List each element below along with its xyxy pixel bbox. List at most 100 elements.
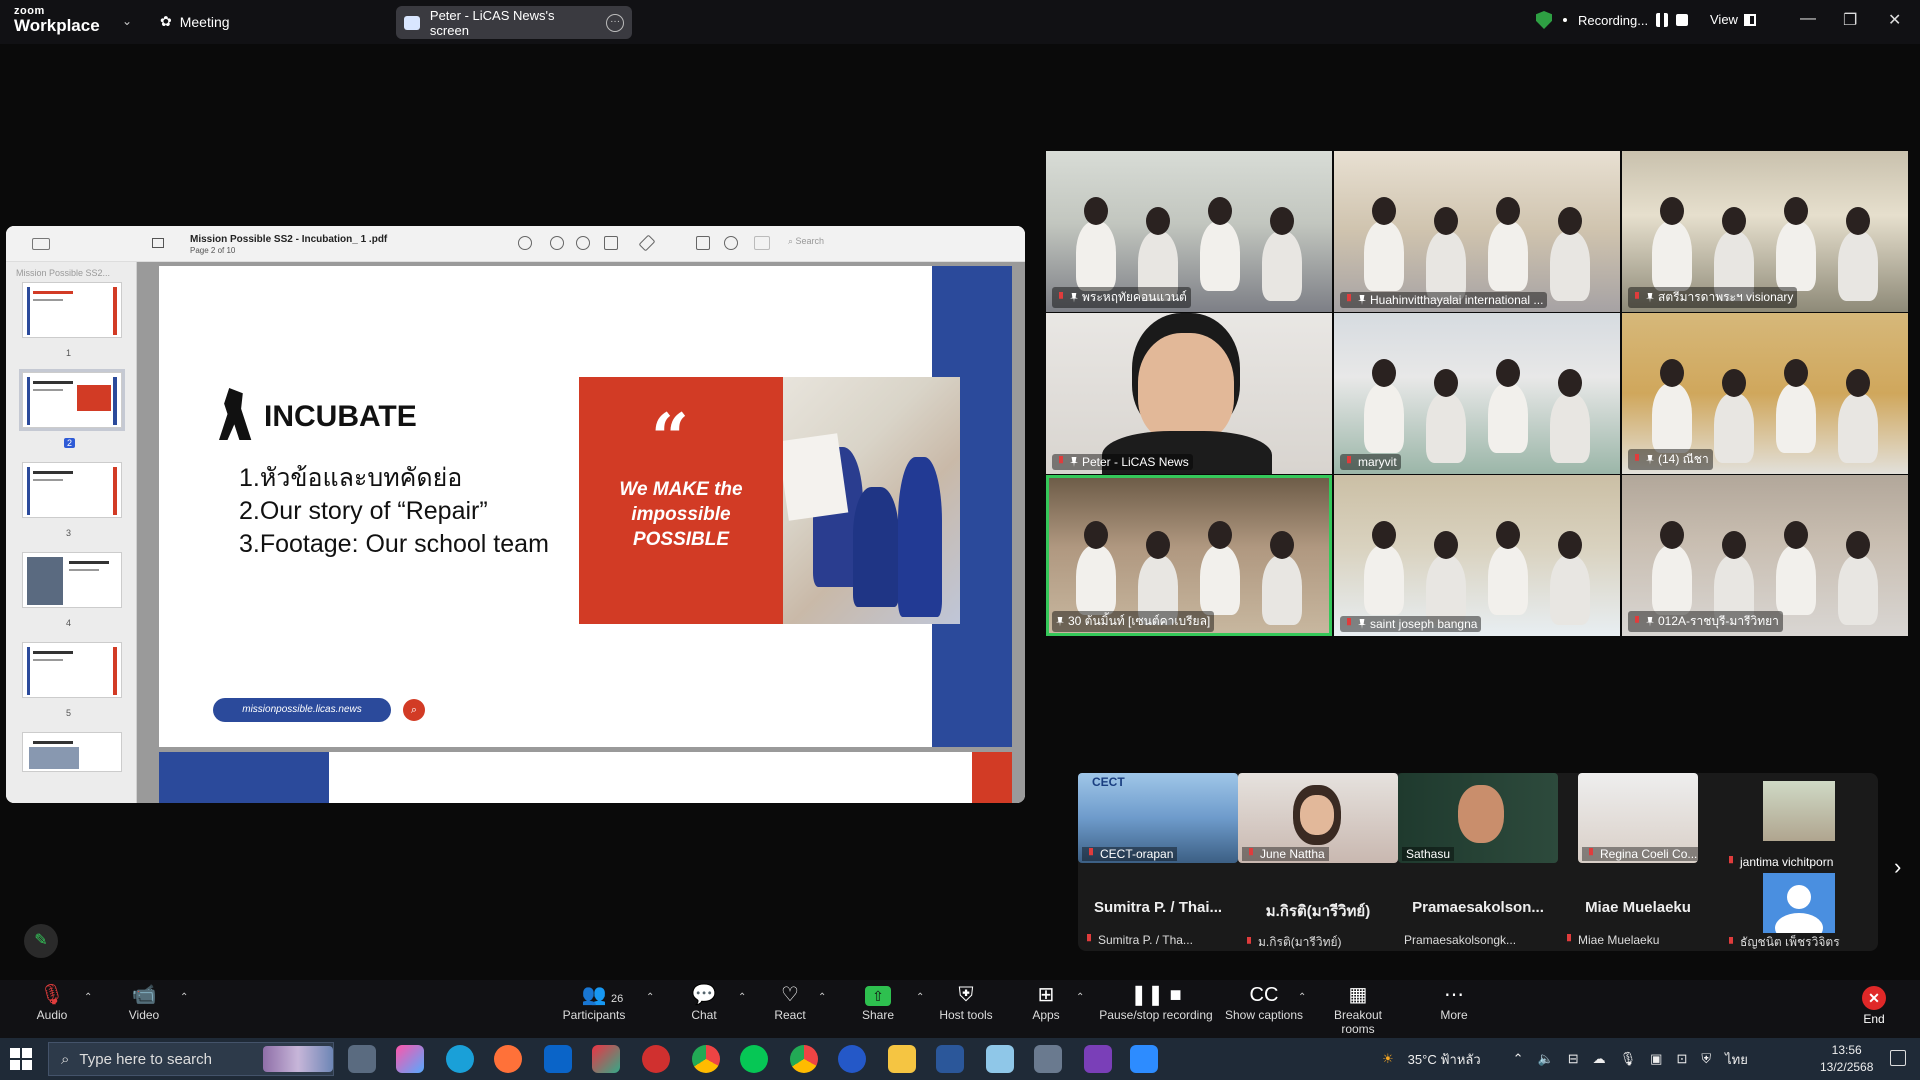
notes-icon[interactable] xyxy=(986,1045,1014,1073)
participant-video[interactable]: Regina Coeli Co... xyxy=(1578,773,1698,863)
annotate-icon[interactable] xyxy=(724,236,738,250)
task-view-icon[interactable] xyxy=(348,1045,376,1073)
chevron-down-icon[interactable]: ⌄ xyxy=(122,14,132,28)
page-thumbnail-2[interactable] xyxy=(19,369,125,431)
windows-start-icon[interactable] xyxy=(10,1048,32,1070)
network-icon[interactable]: ⊟ xyxy=(1568,1051,1579,1067)
info-icon[interactable] xyxy=(518,236,532,250)
pause-stop-recording-button[interactable]: ❚❚ ■ Pause/stop recording xyxy=(1096,980,1216,1038)
chrome-profile-icon[interactable] xyxy=(790,1045,818,1073)
more-options-icon[interactable]: ··· xyxy=(606,13,625,32)
webex-icon[interactable] xyxy=(838,1045,866,1073)
options-caret-icon[interactable]: ⌃ xyxy=(818,992,826,1003)
participant-video[interactable]: jantima vichitporn xyxy=(1718,781,1878,871)
options-caret-icon[interactable]: ⌃ xyxy=(1298,992,1306,1003)
app-icon[interactable] xyxy=(642,1045,670,1073)
screen-share-tab[interactable]: Peter - LiCAS News's screen ··· xyxy=(396,6,632,39)
weather-text[interactable]: 35°C ฟ้าหลัว xyxy=(1408,1049,1481,1070)
participant-video-tile[interactable]: maryvit xyxy=(1334,313,1620,474)
meeting-menu[interactable]: ✿ Meeting xyxy=(160,13,230,30)
restore-button[interactable]: ❐ xyxy=(1843,10,1857,30)
participant-video-tile[interactable]: สตรีมารดาพระฯ visionary xyxy=(1622,151,1908,312)
edge-icon[interactable] xyxy=(446,1045,474,1073)
options-caret-icon[interactable]: ⌃ xyxy=(916,992,924,1003)
security-icon[interactable]: ⛨ xyxy=(1701,1051,1711,1067)
minimize-button[interactable]: — xyxy=(1800,10,1816,28)
pdf-search-field[interactable]: ⌕ Search xyxy=(788,236,824,247)
participant-video-tile[interactable]: พระหฤทัยคอนแวนต์ xyxy=(1046,151,1332,312)
zoom-workplace-logo[interactable]: zoom Workplace xyxy=(14,6,100,35)
zoom-icon[interactable] xyxy=(1130,1045,1158,1073)
host-tools-button[interactable]: ⛨ Host tools xyxy=(926,980,1006,1038)
options-caret-icon[interactable]: ⌃ xyxy=(180,992,188,1003)
rotate-icon[interactable] xyxy=(696,236,710,250)
chevron-up-icon[interactable]: ⌃ xyxy=(1513,1051,1524,1067)
participant-video-tile[interactable]: 012A-ราชบุรี-มารีวิทยา xyxy=(1622,475,1908,636)
line-icon[interactable] xyxy=(740,1045,768,1073)
chat-button[interactable]: 💬 Chat xyxy=(664,980,744,1038)
options-caret-icon[interactable]: ⌃ xyxy=(738,992,746,1003)
markup-pen-icon[interactable] xyxy=(638,234,656,252)
pdf-page-area[interactable]: INCUBATE 1.หัวข้อและบทคัดย่อ 2.Our story… xyxy=(137,262,1025,803)
default-avatar-icon[interactable] xyxy=(1763,873,1835,933)
onedrive-icon[interactable]: ☁ xyxy=(1593,1051,1606,1067)
annotate-pen-icon[interactable]: ✎ xyxy=(24,924,58,958)
page-thumbnail-5[interactable] xyxy=(22,642,122,698)
page-thumbnail-1[interactable] xyxy=(22,282,122,338)
view-button[interactable]: View xyxy=(1710,12,1756,27)
taskbar-search-input[interactable]: ⌕ Type here to search xyxy=(48,1042,334,1076)
react-button[interactable]: ♡ React xyxy=(750,980,830,1038)
participant-video-tile[interactable]: Peter - LiCAS News xyxy=(1046,313,1332,474)
end-meeting-button[interactable]: ✕ End xyxy=(1844,980,1904,1026)
language-indicator[interactable]: ไทย xyxy=(1725,1049,1748,1070)
outlook-icon[interactable] xyxy=(544,1045,572,1073)
m365-icon[interactable] xyxy=(592,1045,620,1073)
pause-recording-icon[interactable] xyxy=(1656,13,1669,27)
participant-video-tile[interactable]: Huahinvitthayalai international ... xyxy=(1334,151,1620,312)
participants-button[interactable]: 👥 Participants xyxy=(554,980,634,1038)
form-icon[interactable] xyxy=(754,236,770,250)
participant-video-tile[interactable]: 30 ต้นมิ้นท์ [เซนต์คาเบรียล] xyxy=(1046,475,1332,636)
close-window-button[interactable]: ✕ xyxy=(1888,10,1901,30)
share-icon[interactable] xyxy=(604,236,618,250)
zoom-out-icon[interactable] xyxy=(550,236,564,250)
participant-video-tile[interactable]: (14) ณีชา xyxy=(1622,313,1908,474)
audio-button[interactable]: 🎙 Audio xyxy=(12,980,92,1038)
volume-icon[interactable]: 🔈 xyxy=(1538,1051,1554,1067)
participant-video[interactable]: CECT CECT-orapan xyxy=(1078,773,1238,863)
stop-recording-icon[interactable] xyxy=(1676,14,1689,26)
display-icon[interactable]: ▣ xyxy=(1650,1051,1662,1067)
more-button[interactable]: ⋯ More xyxy=(1414,980,1494,1038)
options-caret-icon[interactable]: ⌃ xyxy=(84,992,92,1003)
view-menu-icon[interactable] xyxy=(152,238,164,248)
share-button[interactable]: ⇧ Share xyxy=(838,980,918,1038)
zoom-in-icon[interactable] xyxy=(576,236,590,250)
sidebar-toggle-icon[interactable] xyxy=(32,238,50,250)
copilot-icon[interactable] xyxy=(396,1045,424,1073)
taskbar-clock[interactable]: 13:56 13/2/2568 xyxy=(1820,1042,1873,1076)
wifi-icon[interactable]: ⊡ xyxy=(1676,1051,1687,1067)
video-button[interactable]: 📹 Video xyxy=(104,980,184,1038)
word-icon[interactable] xyxy=(936,1045,964,1073)
calculator-icon[interactable] xyxy=(1034,1045,1062,1073)
participant-video[interactable]: Sathasu xyxy=(1398,773,1558,863)
page-thumbnail-4[interactable] xyxy=(22,552,122,608)
page-thumbnail-6[interactable] xyxy=(22,732,122,772)
show-captions-button[interactable]: CC Show captions xyxy=(1224,980,1304,1038)
chrome-icon[interactable] xyxy=(692,1045,720,1073)
next-page-arrow[interactable]: › xyxy=(1894,854,1901,880)
notification-icon[interactable] xyxy=(1890,1050,1906,1066)
options-caret-icon[interactable]: ⌃ xyxy=(646,992,654,1003)
app-g-icon[interactable] xyxy=(1084,1045,1112,1073)
options-caret-icon[interactable]: ⌃ xyxy=(1076,992,1084,1003)
file-explorer-icon[interactable] xyxy=(888,1045,916,1073)
firefox-icon[interactable] xyxy=(494,1045,522,1073)
page-thumbnail-3[interactable] xyxy=(22,462,122,518)
breakout-rooms-button[interactable]: ▦ Breakout rooms xyxy=(1318,980,1398,1038)
encryption-shield-icon[interactable] xyxy=(1536,11,1552,29)
participant-video-tile[interactable]: saint joseph bangna xyxy=(1334,475,1620,636)
participant-video[interactable]: June Nattha xyxy=(1238,773,1398,863)
apps-button[interactable]: ⊞ Apps xyxy=(1006,980,1086,1038)
mic-muted-icon: 🎙 xyxy=(39,984,65,1006)
microphone-icon[interactable]: 🎙 xyxy=(1620,1051,1637,1067)
